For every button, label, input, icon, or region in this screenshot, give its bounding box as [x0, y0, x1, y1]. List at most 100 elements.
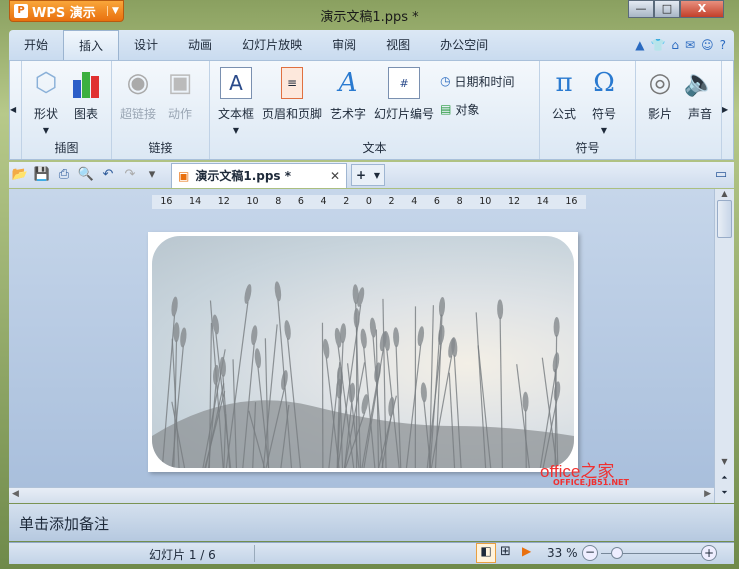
label: 幻灯片编号: [374, 107, 435, 121]
ruler-tick: 10: [479, 196, 492, 207]
scroll-left-icon[interactable]: ◀: [12, 489, 19, 499]
zoom-out-button[interactable]: −: [582, 545, 598, 561]
user-icon[interactable]: ☺: [701, 38, 714, 52]
ruler-tick: 2: [388, 196, 395, 207]
header-footer-icon: ≡: [281, 67, 304, 99]
slide-counter: 幻灯片 1 / 6: [149, 548, 216, 562]
previous-slide-icon[interactable]: ⏶: [715, 473, 734, 483]
notes-placeholder: 单击添加备注: [19, 515, 110, 533]
quick-access-toolbar: 📂 💾 ⎙ 🔍 ↶ ↷ ▾ ▣ 演示文稿1.pps * ✕ + ▼ ▭: [9, 162, 734, 188]
group-illustration: ⬡ 形状 ▼ 图表 插图: [22, 61, 112, 159]
scroll-right-icon[interactable]: ▶: [704, 489, 711, 499]
label: 形状: [33, 107, 58, 121]
slide-workspace: 16 14 12 10 8 6 4 2 0 2 4 6 8 10 12 14 16: [9, 189, 714, 487]
textbox-icon: A: [220, 67, 252, 99]
window-layout-icon[interactable]: ▭: [712, 166, 730, 184]
ruler-tick: 12: [507, 196, 521, 207]
open-icon[interactable]: 📂: [11, 166, 29, 184]
normal-view-button[interactable]: ◧: [476, 543, 496, 563]
scroll-thumb[interactable]: [717, 200, 732, 238]
ruler-tick: 14: [536, 196, 549, 207]
tab-insert[interactable]: 插入: [63, 30, 120, 60]
tab-office-space[interactable]: 办公空间: [425, 30, 503, 60]
wordart-icon: A: [338, 68, 358, 98]
tab-review[interactable]: 审阅: [317, 30, 371, 60]
ribbon: ◀ ⬡ 形状 ▼ 图表 插图 ◉ 超链接 ▣ 动作 链接 A 文本框 ▼ ≡ 页眉和页脚 A艺…: [9, 60, 734, 160]
date-time-button[interactable]: ◷ 日期和时间: [440, 67, 515, 95]
speaker-icon: 🔈: [683, 68, 717, 98]
collapse-ribbon-icon[interactable]: ▲: [635, 38, 644, 52]
ruler-tick: 0: [365, 196, 372, 207]
print-preview-icon[interactable]: 🔍: [77, 166, 95, 184]
group-links: ◉ 超链接 ▣ 动作 链接: [112, 61, 210, 159]
minimize-button[interactable]: —: [628, 0, 654, 18]
date-time-icon: ◷: [440, 74, 451, 88]
hyperlink-icon: ◉: [126, 68, 150, 98]
maximize-button[interactable]: □: [654, 0, 680, 18]
grass-silhouette: [152, 281, 574, 468]
redo-icon[interactable]: ↷: [121, 166, 139, 184]
shapes-icon: ⬡: [34, 68, 58, 98]
undo-icon[interactable]: ↶: [99, 166, 117, 184]
plus-icon: +: [355, 168, 366, 182]
omega-icon: Ω: [593, 68, 615, 98]
zoom-slider-thumb[interactable]: [610, 547, 623, 559]
next-slide-icon[interactable]: ⏷: [715, 488, 734, 498]
ruler-tick: 4: [411, 196, 418, 207]
ruler-tick: 10: [246, 196, 259, 207]
tab-animation[interactable]: 动画: [173, 30, 227, 60]
document-tab[interactable]: ▣ 演示文稿1.pps * ✕: [171, 162, 347, 188]
slideshow-button[interactable]: ▶: [522, 544, 531, 558]
mail-icon[interactable]: ✉: [685, 38, 695, 52]
label: 超链接: [120, 107, 157, 121]
scroll-down-icon[interactable]: ▼: [715, 457, 734, 466]
tab-slideshow[interactable]: 幻灯片放映: [227, 30, 317, 60]
close-tab-icon[interactable]: ✕: [330, 169, 340, 183]
skin-icon[interactable]: 👕: [650, 38, 665, 52]
group-label: 文本: [362, 141, 387, 155]
help-icon[interactable]: ?: [720, 38, 726, 52]
close-button[interactable]: X: [680, 0, 724, 18]
tab-view[interactable]: 视图: [371, 30, 425, 60]
chart-icon: [70, 67, 102, 99]
status-bar: 幻灯片 1 / 6 ◧ ⊞ ▶ 33 % − +: [9, 542, 734, 564]
group-label: 链接: [148, 141, 173, 155]
tab-home[interactable]: 开始: [9, 30, 63, 60]
label: 符号: [591, 107, 616, 121]
slide-sorter-button[interactable]: ⊞: [500, 544, 511, 559]
new-tab-button[interactable]: + ▼: [351, 164, 385, 186]
film-button[interactable]: ◎ 影片: [640, 67, 680, 159]
print-icon[interactable]: ⎙: [55, 166, 73, 184]
ribbon-scroll-left[interactable]: ◀: [10, 61, 22, 159]
group-symbols: π 公式 Ω 符号 ▼ 符号: [540, 61, 636, 159]
ruler: 16 14 12 10 8 6 4 2 0 2 4 6 8 10 12 14 16: [152, 195, 586, 209]
ribbon-scroll-right[interactable]: ▶: [721, 61, 733, 159]
home-icon[interactable]: ⌂: [671, 38, 679, 52]
ruler-tick: 16: [160, 196, 173, 207]
slide-canvas[interactable]: [148, 232, 578, 472]
label: 页眉和页脚: [262, 107, 323, 121]
group-media: ◎ 影片 🔈 声音: [636, 61, 721, 159]
group-label: 符号: [575, 141, 600, 155]
ruler-tick: 8: [456, 196, 463, 207]
group-label: 插图: [54, 141, 79, 155]
label: 对象: [455, 102, 480, 117]
zoom-in-button[interactable]: +: [701, 545, 717, 561]
save-icon[interactable]: 💾: [33, 166, 51, 184]
watermark-url: OFFICE.JB51.NET: [553, 478, 629, 487]
label: 艺术字: [330, 107, 367, 121]
label: 文本框: [218, 107, 255, 121]
vertical-scrollbar[interactable]: ▲ ▼ ⏶ ⏷: [714, 189, 734, 503]
ribbon-tabs: 开始 插入 设计 动画 幻灯片放映 审阅 视图 办公空间 ▲ 👕 ⌂ ✉ ☺ ?: [9, 30, 734, 60]
pi-icon: π: [555, 68, 573, 98]
notes-pane[interactable]: 单击添加备注: [9, 504, 734, 541]
ruler-tick: 4: [320, 196, 327, 207]
zoom-slider[interactable]: [601, 547, 701, 559]
object-button[interactable]: ▤ 对象: [440, 95, 515, 123]
ruler-tick: 8: [275, 196, 282, 207]
horizontal-scrollbar[interactable]: ◀ ▶: [9, 487, 714, 503]
slide-number-icon: #: [388, 67, 421, 99]
tab-design[interactable]: 设计: [119, 30, 173, 60]
sound-button[interactable]: 🔈 声音: [680, 67, 720, 159]
customize-toolbar-icon[interactable]: ▾: [143, 166, 161, 184]
